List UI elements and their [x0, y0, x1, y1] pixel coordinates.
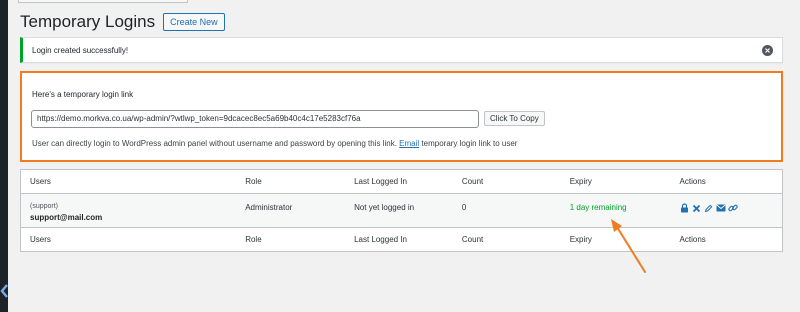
footer-header-role: Role: [245, 227, 355, 252]
create-new-button[interactable]: Create New: [163, 13, 225, 31]
footer-header-count: Count: [461, 227, 570, 252]
temporary-link-box: Here's a temporary login link https://de…: [20, 71, 783, 162]
expiry-status: 1 day remaining: [569, 203, 627, 212]
column-header-actions: Actions: [679, 169, 783, 194]
delete-icon[interactable]: [692, 203, 702, 213]
footer-header-users[interactable]: Users: [20, 227, 246, 252]
last-logged-in-cell: Not yet logged in: [354, 193, 462, 228]
link-icon[interactable]: [727, 203, 738, 213]
dismiss-icon[interactable]: [762, 45, 773, 56]
user-cell: (support) support@mail.com: [20, 193, 246, 228]
success-notice: Login created successfully!: [20, 37, 783, 63]
expiry-cell: 1 day remaining: [569, 193, 680, 228]
login-link-field[interactable]: https://demo.morkva.co.ua/wp-admin/?wtlw…: [31, 110, 479, 128]
count-cell: 0: [461, 193, 570, 228]
table-row: (support) support@mail.com Administrator…: [20, 193, 783, 228]
table-footer-row: Users Role Last Logged In Count Expiry A…: [20, 227, 783, 252]
help-text-before: User can directly login to WordPress adm…: [32, 139, 397, 148]
lock-icon[interactable]: [680, 203, 690, 213]
page-title: Temporary Logins: [20, 12, 156, 31]
user-role-tag: (support): [30, 203, 59, 210]
footer-header-last-logged-in: Last Logged In: [354, 227, 462, 252]
footer-header-expiry: Expiry: [569, 227, 680, 252]
column-header-users[interactable]: Users: [20, 169, 246, 194]
temporary-logins-table: Users Role Last Logged In Count Expiry A…: [20, 169, 783, 252]
column-header-role: Role: [245, 169, 355, 194]
copy-link-button[interactable]: Click To Copy: [484, 111, 545, 126]
column-header-last-logged-in: Last Logged In: [354, 169, 462, 194]
link-heading: Here's a temporary login link: [32, 90, 134, 99]
user-email: support@mail.com: [30, 213, 103, 222]
collapse-menu-icon[interactable]: [0, 281, 8, 301]
table-header-row: Users Role Last Logged In Count Expiry A…: [20, 169, 783, 194]
help-text-after: temporary login link to user: [421, 139, 518, 148]
notice-text: Login created successfully!: [32, 45, 129, 55]
column-header-count: Count: [461, 169, 570, 194]
email-icon[interactable]: [716, 203, 726, 213]
role-cell: Administrator: [245, 193, 355, 228]
actions-cell: [679, 193, 783, 228]
admin-sidebar-strip: [0, 0, 8, 312]
screen-options-tab-edge: [18, 0, 188, 3]
column-header-expiry: Expiry: [569, 169, 680, 194]
footer-header-actions: Actions: [679, 227, 783, 252]
email-link[interactable]: Email: [399, 139, 419, 148]
edit-icon[interactable]: [704, 203, 714, 213]
link-help-text: User can directly login to WordPress adm…: [32, 139, 517, 148]
page-header: Temporary Logins Create New: [20, 12, 225, 32]
row-actions: [680, 203, 782, 213]
